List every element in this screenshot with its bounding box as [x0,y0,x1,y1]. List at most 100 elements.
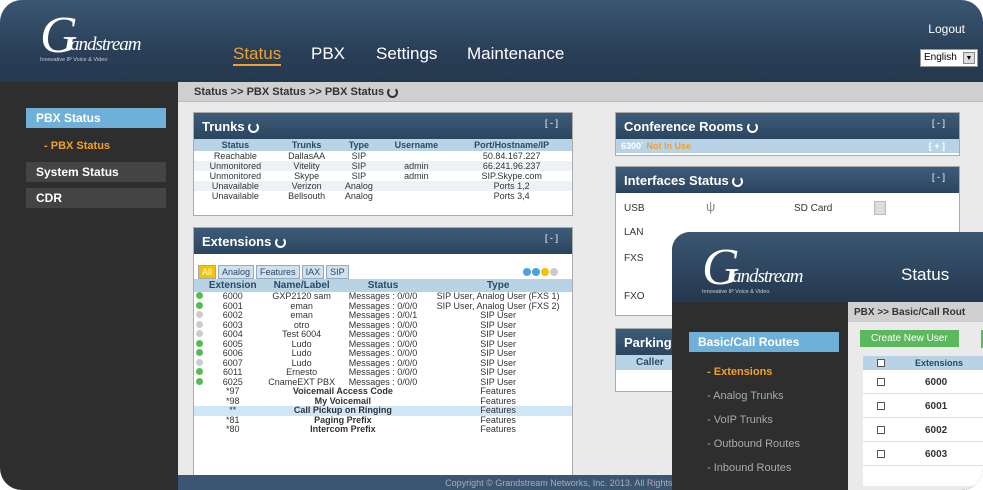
create-new-user-button[interactable]: Create New User [860,330,959,347]
cell: Intercom Prefix [310,424,376,434]
refresh-icon[interactable] [732,176,744,188]
trunks-panel: Trunks [ - ] Status Trunks Type Username Por… [193,112,573,216]
cell: 6001 [925,401,948,412]
nav-status[interactable]: Status [233,44,282,66]
cell: Features [480,424,516,434]
cell: Verizon [276,181,337,191]
status-legend [522,263,558,281]
table-row[interactable]: 6001 [863,394,983,418]
cell: Ports 1,2 [451,181,572,191]
tab-iax[interactable]: IAX [301,265,325,279]
trunks-header: Trunks [ - ] [194,113,572,139]
cell [381,151,451,161]
refresh-icon[interactable] [746,122,758,134]
row-checkbox[interactable] [877,402,885,410]
usb-icon: ψ [706,199,716,214]
zoomed-pbx-window: Gandstream Innovative IP Voice & Video St… [672,232,983,490]
sidebar-subitem-analog-trunks[interactable]: - Analog Trunks [707,390,783,402]
tab-sip[interactable]: SIP [326,265,349,279]
cell: Vitelity [276,161,337,171]
cell: Skype [294,171,320,181]
collapse-toggle[interactable]: [ - ] [932,118,945,128]
table-row: Unmonitored Skype SIP admin SIP.Skype.com [194,171,572,181]
sidebar-item-system-status[interactable]: System Status [26,162,166,182]
sidebar-subitem-pbx-status[interactable]: - PBX Status [44,140,110,152]
top-header: Gandstream Innovative IP Voice & Video St… [0,0,983,82]
table-row[interactable]: 6000 [863,370,983,394]
users-table: Extensions 6000 6001 6002 6003 [863,356,983,486]
zoomed-main: Create New User Extensions 6000 6001 6002 6… [848,322,983,490]
table-row: Unavailable Verizon Analog Ports 1,2 [194,181,572,191]
cell: Unavailable [211,191,259,201]
conference-room-row[interactable]: 6300` Not In Use[ + ] [616,139,959,153]
interface-usb-label: USB [624,203,645,214]
nav-status[interactable]: Status [901,265,949,285]
cell [381,181,452,191]
refresh-icon[interactable] [248,122,260,134]
nav-settings[interactable]: Settings [376,44,437,64]
table-row[interactable]: 6002 [863,418,983,442]
cell: SIP [351,171,367,181]
cell: SIP [336,161,382,171]
table-row: Unmonitored Vitelity SIP admin 66.241.96.237 [194,161,572,171]
refresh-icon[interactable] [387,86,399,98]
status-dot-icon [195,368,203,375]
cell: *80 [225,424,240,434]
collapse-toggle[interactable]: [ - ] [545,118,558,128]
sidebar-item-cdr[interactable]: CDR [26,188,166,208]
cell: SIP.Skype.com [481,171,542,181]
select-all-checkbox[interactable] [877,359,885,367]
cell: DallasAA [288,151,326,161]
tab-analog[interactable]: Analog [218,265,255,279]
interface-lan-label: LAN [624,227,644,238]
logout-link[interactable]: Logout [928,22,965,36]
refresh-icon[interactable] [274,237,286,249]
nav-pbx[interactable]: PBX [311,44,345,64]
extensions-header: Extensions [ - ] [194,228,572,254]
table-row: Reachable DallasAA SIP 50.84.167.227 [194,151,572,161]
cell: 66.241.96.237 [451,161,572,171]
collapse-toggle[interactable]: [ - ] [545,233,558,243]
cell: 50.84.167.227 [482,151,541,161]
table-row[interactable]: 6003 [863,442,983,466]
cell: 6000 [925,377,948,388]
cell [381,191,451,201]
cell: Unmonitored [209,171,262,181]
tab-features[interactable]: Features [256,265,300,279]
status-dot-icon [195,301,203,309]
cell: Unavailable [194,181,277,191]
chevron-down-icon: ▼ [963,52,975,64]
cell: 6003 [925,449,948,460]
sidebar: PBX Status - PBX Status System Status CD… [0,82,178,490]
sidebar-subitem-extensions[interactable]: - Extensions [707,366,772,378]
conference-panel: Conference Rooms [ - ] 6300` Not In Use[… [615,112,960,156]
status-dot-icon [195,311,203,318]
status-dot-icon [195,330,203,337]
row-checkbox[interactable] [877,426,885,434]
table-row[interactable]: *80 Intercom Prefix Features [194,424,572,435]
cell: Reachable [213,151,257,161]
tab-all[interactable]: All [198,265,217,279]
row-checkbox[interactable] [877,450,885,458]
row-checkbox[interactable] [877,378,885,386]
sidebar-subitem-inbound-routes[interactable]: - Inbound Routes [707,462,791,474]
status-dot-icon [195,339,203,347]
cell: Unmonitored [194,161,277,171]
status-dot-icon [195,320,203,328]
table-row: Unavailable Bellsouth Analog Ports 3,4 [194,191,572,201]
sidebar-item-pbx-status[interactable]: PBX Status [26,108,166,128]
app-window: Gandstream Innovative IP Voice & Video St… [0,0,983,490]
interfaces-header: Interfaces Status [ - ] [616,167,959,193]
language-select[interactable]: English ▼ [920,49,978,67]
collapse-toggle[interactable]: [ - ] [932,172,945,182]
sidebar-subitem-outbound-routes[interactable]: - Outbound Routes [707,438,800,450]
cell: Analog [336,181,382,191]
sidebar-subitem-voip-trunks[interactable]: - VoIP Trunks [707,414,773,426]
sidebar-item-basic-call-routes[interactable]: Basic/Call Routes [689,332,839,352]
status-dot-icon [195,377,203,385]
status-dot-icon [195,358,203,366]
status-dot-icon [195,292,203,299]
extension-tabs: All Analog Features IAX SIP [194,254,572,279]
nav-maintenance[interactable]: Maintenance [467,44,564,64]
cell: Bellsouth [288,191,326,201]
